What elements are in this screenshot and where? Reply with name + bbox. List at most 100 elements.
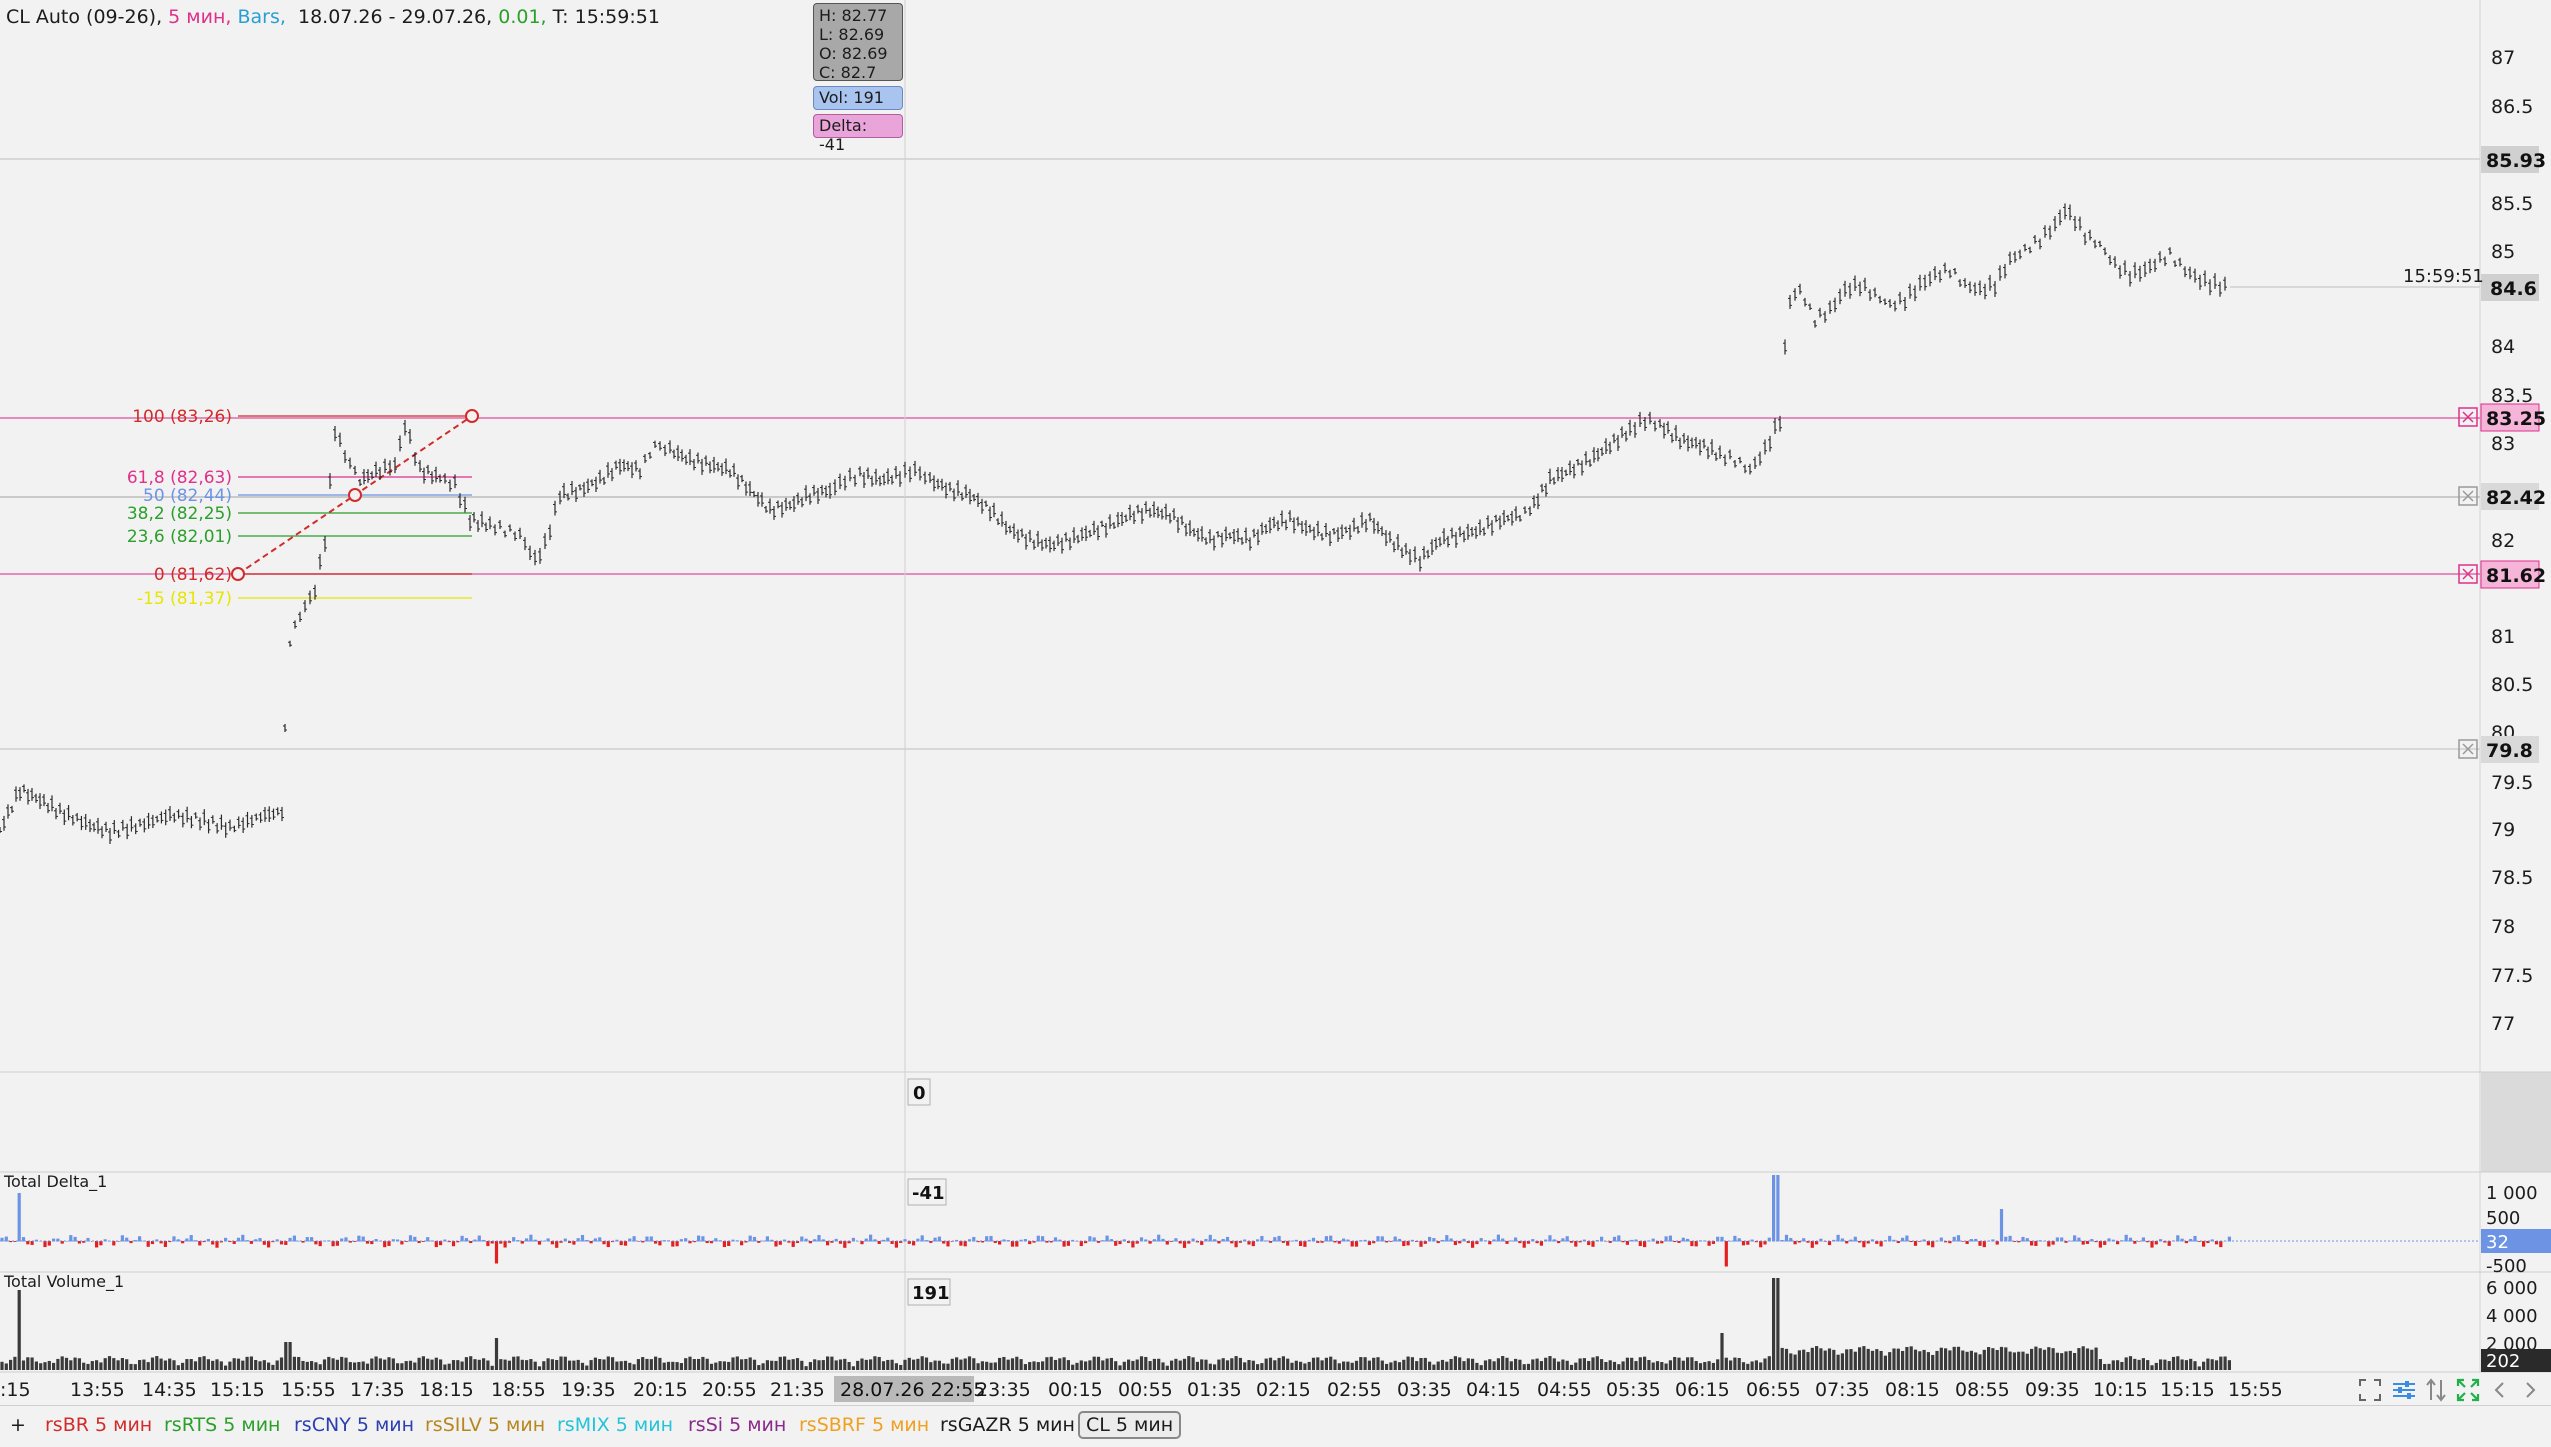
svg-text:85.93: 85.93 — [2486, 150, 2546, 172]
tooltip-high: H: 82.77 — [819, 6, 888, 25]
price-tick-label: 77 — [2491, 1013, 2515, 1035]
symbol-tabs-bar: + rsBR 5 мин rsRTS 5 мин rsCNY 5 мин rsS… — [0, 1405, 2551, 1447]
time-tick-label: 05:35 — [1606, 1379, 1661, 1401]
ohlc-tooltip: H: 82.77 L: 82.69 O: 82.69 C: 82.7 — [813, 3, 903, 82]
svg-text:0: 0 — [913, 1083, 926, 1104]
scroll-left-icon[interactable] — [2486, 1376, 2514, 1404]
time-tick-label: 09:35 — [2025, 1379, 2080, 1401]
price-tick-label: 80.5 — [2491, 674, 2533, 696]
tooltip-close: C: 82.7 — [819, 63, 877, 82]
tab-rssbrf[interactable]: rsSBRF 5 мин — [799, 1414, 929, 1436]
tab-rsgazr[interactable]: rsGAZR 5 мин — [940, 1414, 1075, 1436]
header-range: 18.07.26 - 29.07.26, — [297, 6, 493, 28]
time-tick-label: 06:55 — [1746, 1379, 1801, 1401]
time-tick-label: 08:55 — [1955, 1379, 2010, 1401]
price-label-level-top: 85.93 — [2481, 146, 2546, 173]
delta-last-label: 32 — [2481, 1229, 2551, 1253]
svg-text:82.42: 82.42 — [2486, 487, 2546, 509]
header-tick: 0.01, — [498, 6, 547, 28]
add-tab-button[interactable]: + — [10, 1414, 26, 1436]
svg-text:191: 191 — [912, 1283, 950, 1304]
time-tick-label: 02:15 — [1256, 1379, 1311, 1401]
svg-text:-41: -41 — [912, 1183, 945, 1204]
fib-anchor-end[interactable] — [465, 409, 479, 423]
fullscreen-icon[interactable] — [2356, 1376, 2384, 1404]
time-tick-label: 18:55 — [491, 1379, 546, 1401]
fib-anchor-start[interactable] — [231, 567, 245, 581]
delta-histogram — [0, 1175, 2231, 1267]
fib-level-label: 61,8 (82,63) — [127, 468, 232, 488]
scale-arrows-icon[interactable] — [2422, 1376, 2450, 1404]
time-tick-label: 06:15 — [1675, 1379, 1730, 1401]
chart-canvas[interactable]: 100 (83,26) 61,8 (82,63)50 (82,44)38,2 (8… — [0, 0, 2551, 1405]
delta-tooltip: Delta: -41 — [813, 114, 903, 154]
tab-rsmix[interactable]: rsMIX 5 мин — [557, 1414, 673, 1436]
header-timeframe: 5 мин, — [168, 6, 232, 28]
time-tick-label: 21:35 — [770, 1379, 825, 1401]
tab-rssilv[interactable]: rsSILV 5 мин — [425, 1414, 545, 1436]
time-tick-label: 10:15 — [2093, 1379, 2148, 1401]
scroll-right-icon[interactable] — [2516, 1376, 2544, 1404]
price-axis-empty-zone — [2481, 1072, 2551, 1172]
time-tick-label: 15:15 — [210, 1379, 265, 1401]
svg-text:28.07.26 22:55: 28.07.26 22:55 — [840, 1379, 985, 1401]
tab-rsbr[interactable]: rsBR 5 мин — [45, 1414, 152, 1436]
tab-rssi[interactable]: rsSi 5 мин — [688, 1414, 786, 1436]
time-tick-label: 20:15 — [633, 1379, 688, 1401]
time-tick-label: 00:15 — [1048, 1379, 1103, 1401]
time-tick-label: 08:15 — [1885, 1379, 1940, 1401]
volume-indicator-title: Total Volume_1 — [3, 1272, 124, 1292]
svg-text:84.6: 84.6 — [2490, 278, 2537, 300]
volume-tick-4000: 4 000 — [2486, 1306, 2538, 1327]
svg-text:202: 202 — [2486, 1351, 2520, 1372]
price-tick-label: 78.5 — [2491, 867, 2533, 889]
price-tick-label: 79.5 — [2491, 772, 2533, 794]
fib-level-label: -15 (81,37) — [137, 589, 232, 609]
time-tick-label: 14:35 — [142, 1379, 197, 1401]
volume-tooltip: Vol: 191 — [813, 86, 903, 110]
time-tick-label: :15 — [0, 1379, 31, 1401]
volume-histogram — [0, 1278, 2231, 1370]
svg-text:79.8: 79.8 — [2486, 740, 2533, 762]
price-tick-label: 86.5 — [2491, 96, 2533, 118]
settings-sliders-icon[interactable] — [2390, 1376, 2418, 1404]
tab-rsrts[interactable]: rsRTS 5 мин — [164, 1414, 280, 1436]
tab-rscny[interactable]: rsCNY 5 мин — [294, 1414, 414, 1436]
fib-anchor-mid[interactable] — [348, 488, 362, 502]
time-tick-label: 07:35 — [1815, 1379, 1870, 1401]
time-tick-label: 18:15 — [419, 1379, 474, 1401]
time-tick-label: 03:35 — [1397, 1379, 1452, 1401]
time-tick-label: 20:55 — [702, 1379, 757, 1401]
time-axis: :15 13:55 14:35 15:15 15:55 17:35 18:15 18:55 19… — [0, 1379, 2283, 1401]
time-tick-label: 15:55 — [281, 1379, 336, 1401]
crosshair-zero-value: 0 — [907, 1078, 931, 1106]
last-price-time: 15:59:51 — [2403, 266, 2484, 287]
time-tick-label: 15:55 — [2228, 1379, 2283, 1401]
crosshair-time-label: 28.07.26 22:55 — [834, 1376, 985, 1402]
time-tick-label: 19:35 — [561, 1379, 616, 1401]
delta-indicator-title: Total Delta_1 — [3, 1172, 107, 1192]
fib-level-label: 38,2 (82,25) — [127, 504, 232, 524]
chart-header: CL Auto (09-26), 5 мин, Bars, 18.07.26 -… — [6, 6, 660, 28]
fib-level-label: 50 (82,44) — [143, 486, 232, 506]
svg-text:81.62: 81.62 — [2486, 565, 2546, 587]
price-tick-label: 78 — [2491, 916, 2515, 938]
tooltip-low: L: 82.69 — [819, 25, 885, 44]
time-tick-label: 01:35 — [1187, 1379, 1242, 1401]
time-tick-label: 04:15 — [1466, 1379, 1521, 1401]
fib-level-label: 23,6 (82,01) — [127, 527, 232, 547]
time-tick-label: 17:35 — [350, 1379, 405, 1401]
expand-icon[interactable] — [2454, 1376, 2482, 1404]
price-tick-label: 77.5 — [2491, 965, 2533, 987]
fib-level-label: 0 (81,62) — [154, 565, 232, 585]
price-tick-label: 79 — [2491, 819, 2515, 841]
svg-text:83.25: 83.25 — [2486, 408, 2546, 430]
price-tick-label: 85 — [2491, 241, 2515, 263]
header-symbol: CL Auto (09-26), — [6, 6, 163, 28]
tab-cl[interactable]: CL 5 мин — [1078, 1411, 1182, 1439]
price-tick-label: 81 — [2491, 626, 2515, 648]
time-tick-label: 13:55 — [70, 1379, 125, 1401]
tooltip-volume: Vol: 191 — [819, 88, 884, 107]
price-tick-label: 83 — [2491, 433, 2515, 455]
time-tick-label: 00:55 — [1118, 1379, 1173, 1401]
